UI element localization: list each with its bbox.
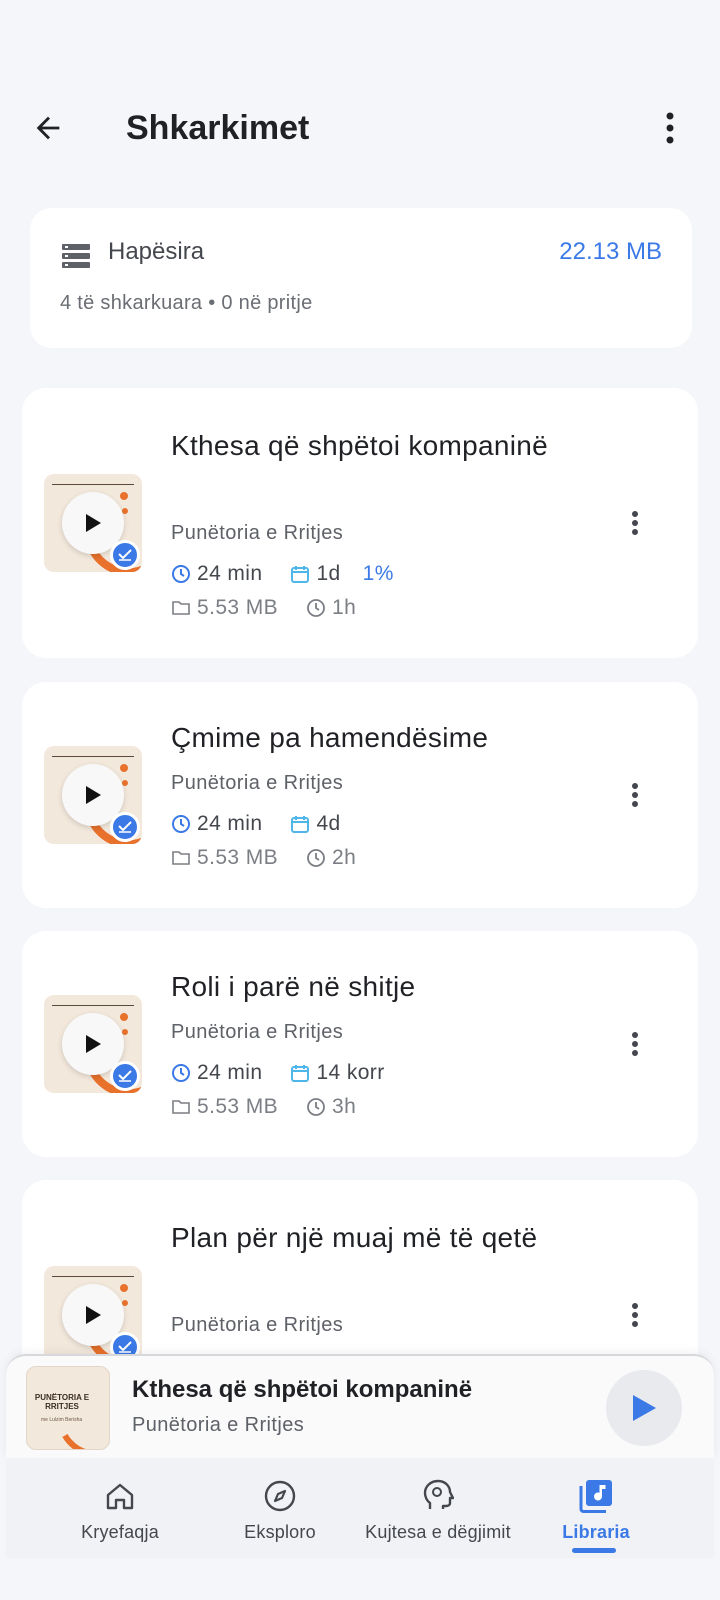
episode-date: 14 korr bbox=[316, 1061, 385, 1084]
play-icon bbox=[86, 786, 101, 804]
episode-date: 4d bbox=[316, 812, 341, 835]
episode-meta: 24 min 14 korr bbox=[171, 1061, 385, 1085]
check-icon bbox=[118, 821, 132, 833]
episode-card[interactable]: Plan për një muaj më të qetë Punëtoria e… bbox=[22, 1180, 698, 1380]
more-vertical-icon bbox=[632, 1032, 638, 1056]
now-playing-podcast: Punëtoria e Rritjes bbox=[132, 1414, 305, 1436]
download-summary: 4 të shkarkuara • 0 në pritje bbox=[60, 292, 313, 314]
now-playing-title[interactable]: Kthesa që shpëtoi kompaninë bbox=[132, 1376, 472, 1404]
artwork-subtitle: me Lulzim Berisha bbox=[41, 1417, 83, 1423]
active-tab-indicator bbox=[572, 1548, 616, 1553]
episode-file-size: 5.53 MB bbox=[197, 846, 279, 869]
mini-player[interactable]: PUNËTORIA E RRITJES me Lulzim Berisha Kt… bbox=[6, 1354, 714, 1458]
episode-progress: 1% bbox=[362, 562, 394, 585]
clock-icon bbox=[306, 848, 326, 868]
nav-label: Libraria bbox=[562, 1522, 630, 1542]
episode-file-meta: 5.53 MB 1h bbox=[171, 596, 356, 620]
nav-label: Kryefaqja bbox=[81, 1522, 159, 1542]
downloaded-check-badge bbox=[110, 812, 140, 842]
episode-downloaded-age: 3h bbox=[332, 1095, 357, 1118]
clock-icon bbox=[171, 1063, 191, 1083]
episode-file-size: 5.53 MB bbox=[197, 1095, 279, 1118]
episode-podcast: Punëtoria e Rritjes bbox=[171, 522, 344, 544]
page-title: Shkarkimet bbox=[126, 109, 310, 147]
mini-player-play-button[interactable] bbox=[606, 1370, 682, 1446]
episode-podcast: Punëtoria e Rritjes bbox=[171, 1314, 344, 1336]
episode-meta: 24 min 4d bbox=[171, 812, 341, 836]
episode-title[interactable]: Roli i parë në shitje bbox=[171, 965, 591, 1009]
clock-icon bbox=[306, 1097, 326, 1117]
storage-size: 22.13 MB bbox=[559, 238, 662, 265]
episode-card[interactable]: Kthesa që shpëtoi kompaninë Punëtoria e … bbox=[22, 388, 698, 658]
downloaded-check-badge bbox=[110, 1061, 140, 1091]
episode-podcast: Punëtoria e Rritjes bbox=[171, 1021, 344, 1043]
calendar-icon bbox=[290, 1063, 310, 1083]
check-icon bbox=[118, 549, 132, 561]
episode-card[interactable]: Roli i parë në shitje Punëtoria e Rritje… bbox=[22, 931, 698, 1157]
more-vertical-icon bbox=[632, 511, 638, 535]
calendar-icon bbox=[290, 814, 310, 834]
clock-icon bbox=[171, 564, 191, 584]
more-vertical-icon bbox=[666, 112, 674, 144]
storage-label: Hapësira bbox=[108, 238, 205, 265]
nav-item-listening-memory[interactable]: Kujtesa e dëgjimit bbox=[350, 1460, 526, 1558]
back-button[interactable] bbox=[28, 108, 68, 148]
play-icon bbox=[86, 1306, 101, 1324]
nav-item-home[interactable]: Kryefaqja bbox=[32, 1460, 208, 1558]
library-music-icon bbox=[579, 1480, 612, 1513]
episode-file-size: 5.53 MB bbox=[197, 596, 279, 619]
check-icon bbox=[118, 1341, 132, 1353]
nav-label: Eksploro bbox=[244, 1522, 316, 1542]
bottom-navigation: Kryefaqja Eksploro Kujtesa e dëgjimit Li… bbox=[6, 1460, 714, 1558]
home-icon bbox=[106, 1483, 134, 1510]
nav-label: Kujtesa e dëgjimit bbox=[365, 1522, 511, 1542]
episode-title[interactable]: Çmime pa hamendësime bbox=[171, 716, 611, 760]
nav-item-explore[interactable]: Eksploro bbox=[192, 1460, 368, 1558]
clock-icon bbox=[171, 814, 191, 834]
episode-duration: 24 min bbox=[197, 562, 263, 585]
episode-duration: 24 min bbox=[197, 812, 263, 835]
storage-list-icon bbox=[62, 244, 90, 268]
episode-title[interactable]: Kthesa që shpëtoi kompaninë bbox=[171, 424, 591, 468]
episode-file-meta: 5.53 MB 2h bbox=[171, 846, 356, 870]
folder-icon bbox=[171, 849, 191, 867]
storage-card: Hapësira 22.13 MB 4 të shkarkuara • 0 në… bbox=[30, 208, 692, 348]
play-icon bbox=[86, 514, 101, 532]
folder-icon bbox=[171, 1098, 191, 1116]
downloaded-check-badge bbox=[110, 540, 140, 570]
arrow-left-icon bbox=[36, 116, 60, 140]
more-vertical-icon bbox=[632, 1303, 638, 1327]
episode-more-button[interactable] bbox=[620, 775, 650, 815]
episode-meta: 24 min 1d 1% bbox=[171, 562, 394, 586]
episode-more-button[interactable] bbox=[620, 1295, 650, 1335]
episode-date: 1d bbox=[316, 562, 341, 585]
episode-downloaded-age: 2h bbox=[332, 846, 357, 869]
clock-icon bbox=[306, 598, 326, 618]
compass-icon bbox=[264, 1480, 296, 1512]
check-icon bbox=[118, 1070, 132, 1082]
episode-title[interactable]: Plan për një muaj më të qetë bbox=[171, 1216, 591, 1260]
more-options-button[interactable] bbox=[650, 108, 690, 148]
nav-item-library[interactable]: Libraria bbox=[508, 1460, 684, 1558]
play-icon bbox=[633, 1395, 656, 1421]
folder-icon bbox=[171, 599, 191, 617]
more-vertical-icon bbox=[632, 783, 638, 807]
play-icon bbox=[86, 1035, 101, 1053]
episode-downloaded-age: 1h bbox=[332, 596, 357, 619]
episode-file-meta: 5.53 MB 3h bbox=[171, 1095, 356, 1119]
top-app-bar: Shkarkimet bbox=[0, 96, 720, 160]
episode-card[interactable]: Çmime pa hamendësime Punëtoria e Rritjes… bbox=[22, 682, 698, 908]
calendar-icon bbox=[290, 564, 310, 584]
now-playing-artwork[interactable]: PUNËTORIA E RRITJES me Lulzim Berisha bbox=[26, 1366, 110, 1450]
episode-more-button[interactable] bbox=[620, 503, 650, 543]
head-gear-icon bbox=[423, 1479, 454, 1509]
episode-duration: 24 min bbox=[197, 1061, 263, 1084]
episode-more-button[interactable] bbox=[620, 1024, 650, 1064]
episode-podcast: Punëtoria e Rritjes bbox=[171, 772, 344, 794]
artwork-brand-text: PUNËTORIA E RRITJES bbox=[34, 1393, 90, 1411]
